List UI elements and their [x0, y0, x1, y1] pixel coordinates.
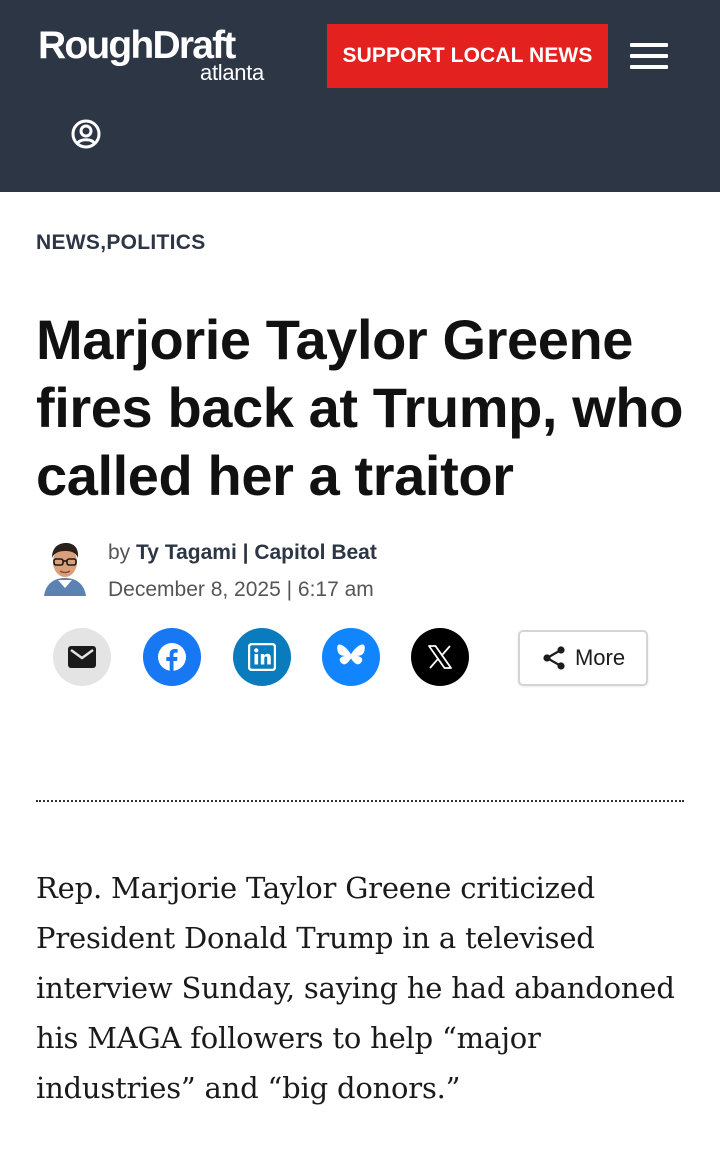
hamburger-menu-icon[interactable] — [628, 40, 670, 72]
share-icon — [543, 646, 565, 670]
byline-prefix: by — [108, 541, 131, 564]
article-body-paragraph: Rep. Marjorie Taylor Greene criticized P… — [36, 871, 675, 1105]
author-avatar[interactable] — [38, 536, 92, 596]
share-x-button[interactable] — [411, 628, 469, 686]
share-email-button[interactable] — [53, 628, 111, 686]
bluesky-icon — [337, 644, 365, 665]
article-headline: Marjorie Taylor Greene fires back at Tru… — [36, 308, 684, 507]
user-account-icon[interactable] — [70, 118, 102, 150]
menu-bar — [630, 43, 668, 47]
article-date: December 8, 2025 | 6:17 am — [108, 578, 374, 601]
site-header: RoughDraft atlanta SUPPORT LOCAL NEWS — [0, 0, 720, 192]
x-icon — [428, 645, 452, 669]
author-link[interactable]: Ty Tagami | Capitol Beat — [136, 541, 377, 564]
share-linkedin-button[interactable] — [233, 628, 291, 686]
linkedin-icon — [248, 643, 276, 671]
share-facebook-button[interactable] — [143, 628, 201, 686]
article-categories[interactable]: NEWS,POLITICS — [36, 231, 206, 255]
facebook-icon — [158, 643, 186, 671]
more-label: More — [574, 645, 626, 670]
menu-bar — [630, 65, 668, 69]
site-logo[interactable]: RoughDraft atlanta — [38, 24, 268, 86]
support-local-news-button[interactable]: SUPPORT LOCAL NEWS — [327, 24, 608, 88]
share-more-button[interactable]: More — [518, 630, 648, 686]
logo-sub-text: atlanta — [200, 60, 264, 85]
content-divider — [36, 800, 684, 802]
article-byline: by Ty Tagami | Capitol Beat — [108, 541, 377, 565]
menu-bar — [630, 54, 668, 58]
email-icon — [68, 646, 96, 668]
share-bluesky-button[interactable] — [322, 628, 380, 686]
